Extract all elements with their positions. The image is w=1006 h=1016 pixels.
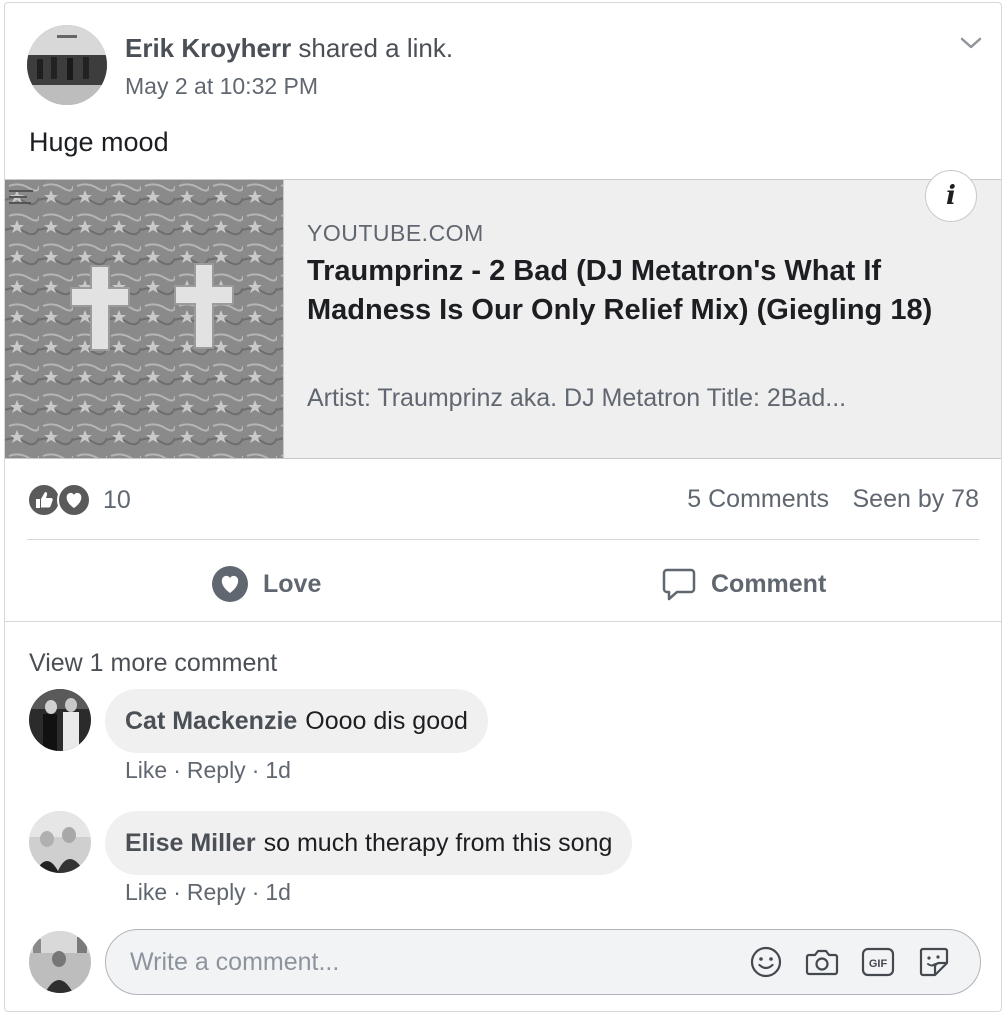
comment-text: Oooo dis good <box>305 706 468 735</box>
comment-input[interactable] <box>130 930 710 994</box>
comment-time[interactable]: 1d <box>265 879 291 905</box>
comment-bubble: Elise Miller so much therapy from this s… <box>105 811 633 875</box>
seen-by-count[interactable]: Seen by 78 <box>853 485 980 514</box>
comment-meta: Like · Reply · 1d <box>125 757 291 784</box>
reply-link[interactable]: Reply <box>187 879 246 905</box>
svg-text:GIF: GIF <box>869 958 888 970</box>
comments-count[interactable]: 5 Comments <box>687 485 829 514</box>
comment-meta: Like · Reply · 1d <box>125 879 291 906</box>
divider <box>27 539 979 540</box>
comment-label: Comment <box>711 569 827 598</box>
reaction-summary[interactable]: 10 <box>27 483 131 517</box>
link-title[interactable]: Traumprinz - 2 Bad (DJ Metatron's What I… <box>307 252 957 330</box>
commenter-name[interactable]: Elise Miller <box>125 829 256 858</box>
like-link[interactable]: Like <box>125 757 167 783</box>
speech-bubble-icon <box>661 566 697 602</box>
separator: · <box>251 879 260 905</box>
camera-icon[interactable] <box>804 944 840 980</box>
chevron-down-icon[interactable] <box>957 29 985 57</box>
post-timestamp[interactable]: May 2 at 10:32 PM <box>125 73 318 100</box>
link-thumbnail[interactable] <box>5 180 284 458</box>
love-button[interactable]: Love <box>211 563 321 605</box>
post-header-line: Erik Kroyherr shared a link. <box>125 33 453 64</box>
commenter-name[interactable]: Cat Mackenzie <box>125 707 297 736</box>
thumbs-up-icon <box>27 483 61 517</box>
reaction-count[interactable]: 10 <box>103 486 131 515</box>
heart-icon <box>211 565 249 603</box>
love-label: Love <box>263 569 322 598</box>
post-card: Erik Kroyherr shared a link. May 2 at 10… <box>4 2 1002 1012</box>
sticker-icon[interactable] <box>916 944 952 980</box>
comment-button[interactable]: Comment <box>661 563 826 605</box>
current-user-avatar[interactable] <box>29 931 91 993</box>
reply-link[interactable]: Reply <box>187 757 246 783</box>
link-description: Artist: Traumprinz aka. DJ Metatron Titl… <box>307 384 847 412</box>
like-link[interactable]: Like <box>125 879 167 905</box>
divider <box>5 621 1001 622</box>
info-icon[interactable]: i <box>925 170 977 222</box>
link-preview[interactable]: YOUTUBE.COM Traumprinz - 2 Bad (DJ Metat… <box>5 170 1001 459</box>
post-action-text: shared a link. <box>298 33 454 63</box>
separator: · <box>173 757 181 783</box>
author-avatar[interactable] <box>27 25 107 105</box>
commenter-avatar[interactable] <box>29 689 91 751</box>
comment-composer: GIF <box>105 929 981 995</box>
view-more-comments-link[interactable]: View 1 more comment <box>29 649 277 678</box>
heart-icon <box>57 483 91 517</box>
author-name[interactable]: Erik Kroyherr <box>125 33 291 63</box>
comment-time[interactable]: 1d <box>265 757 291 783</box>
commenter-avatar[interactable] <box>29 811 91 873</box>
smiley-icon[interactable] <box>748 944 784 980</box>
link-domain: YOUTUBE.COM <box>307 220 484 246</box>
post-text: Huge mood <box>29 127 169 157</box>
separator: · <box>173 879 181 905</box>
comment-bubble: Cat Mackenzie Oooo dis good <box>105 689 488 753</box>
comment-text: so much therapy from this song <box>263 828 613 857</box>
gif-icon[interactable]: GIF <box>860 944 896 980</box>
separator: · <box>251 757 260 783</box>
